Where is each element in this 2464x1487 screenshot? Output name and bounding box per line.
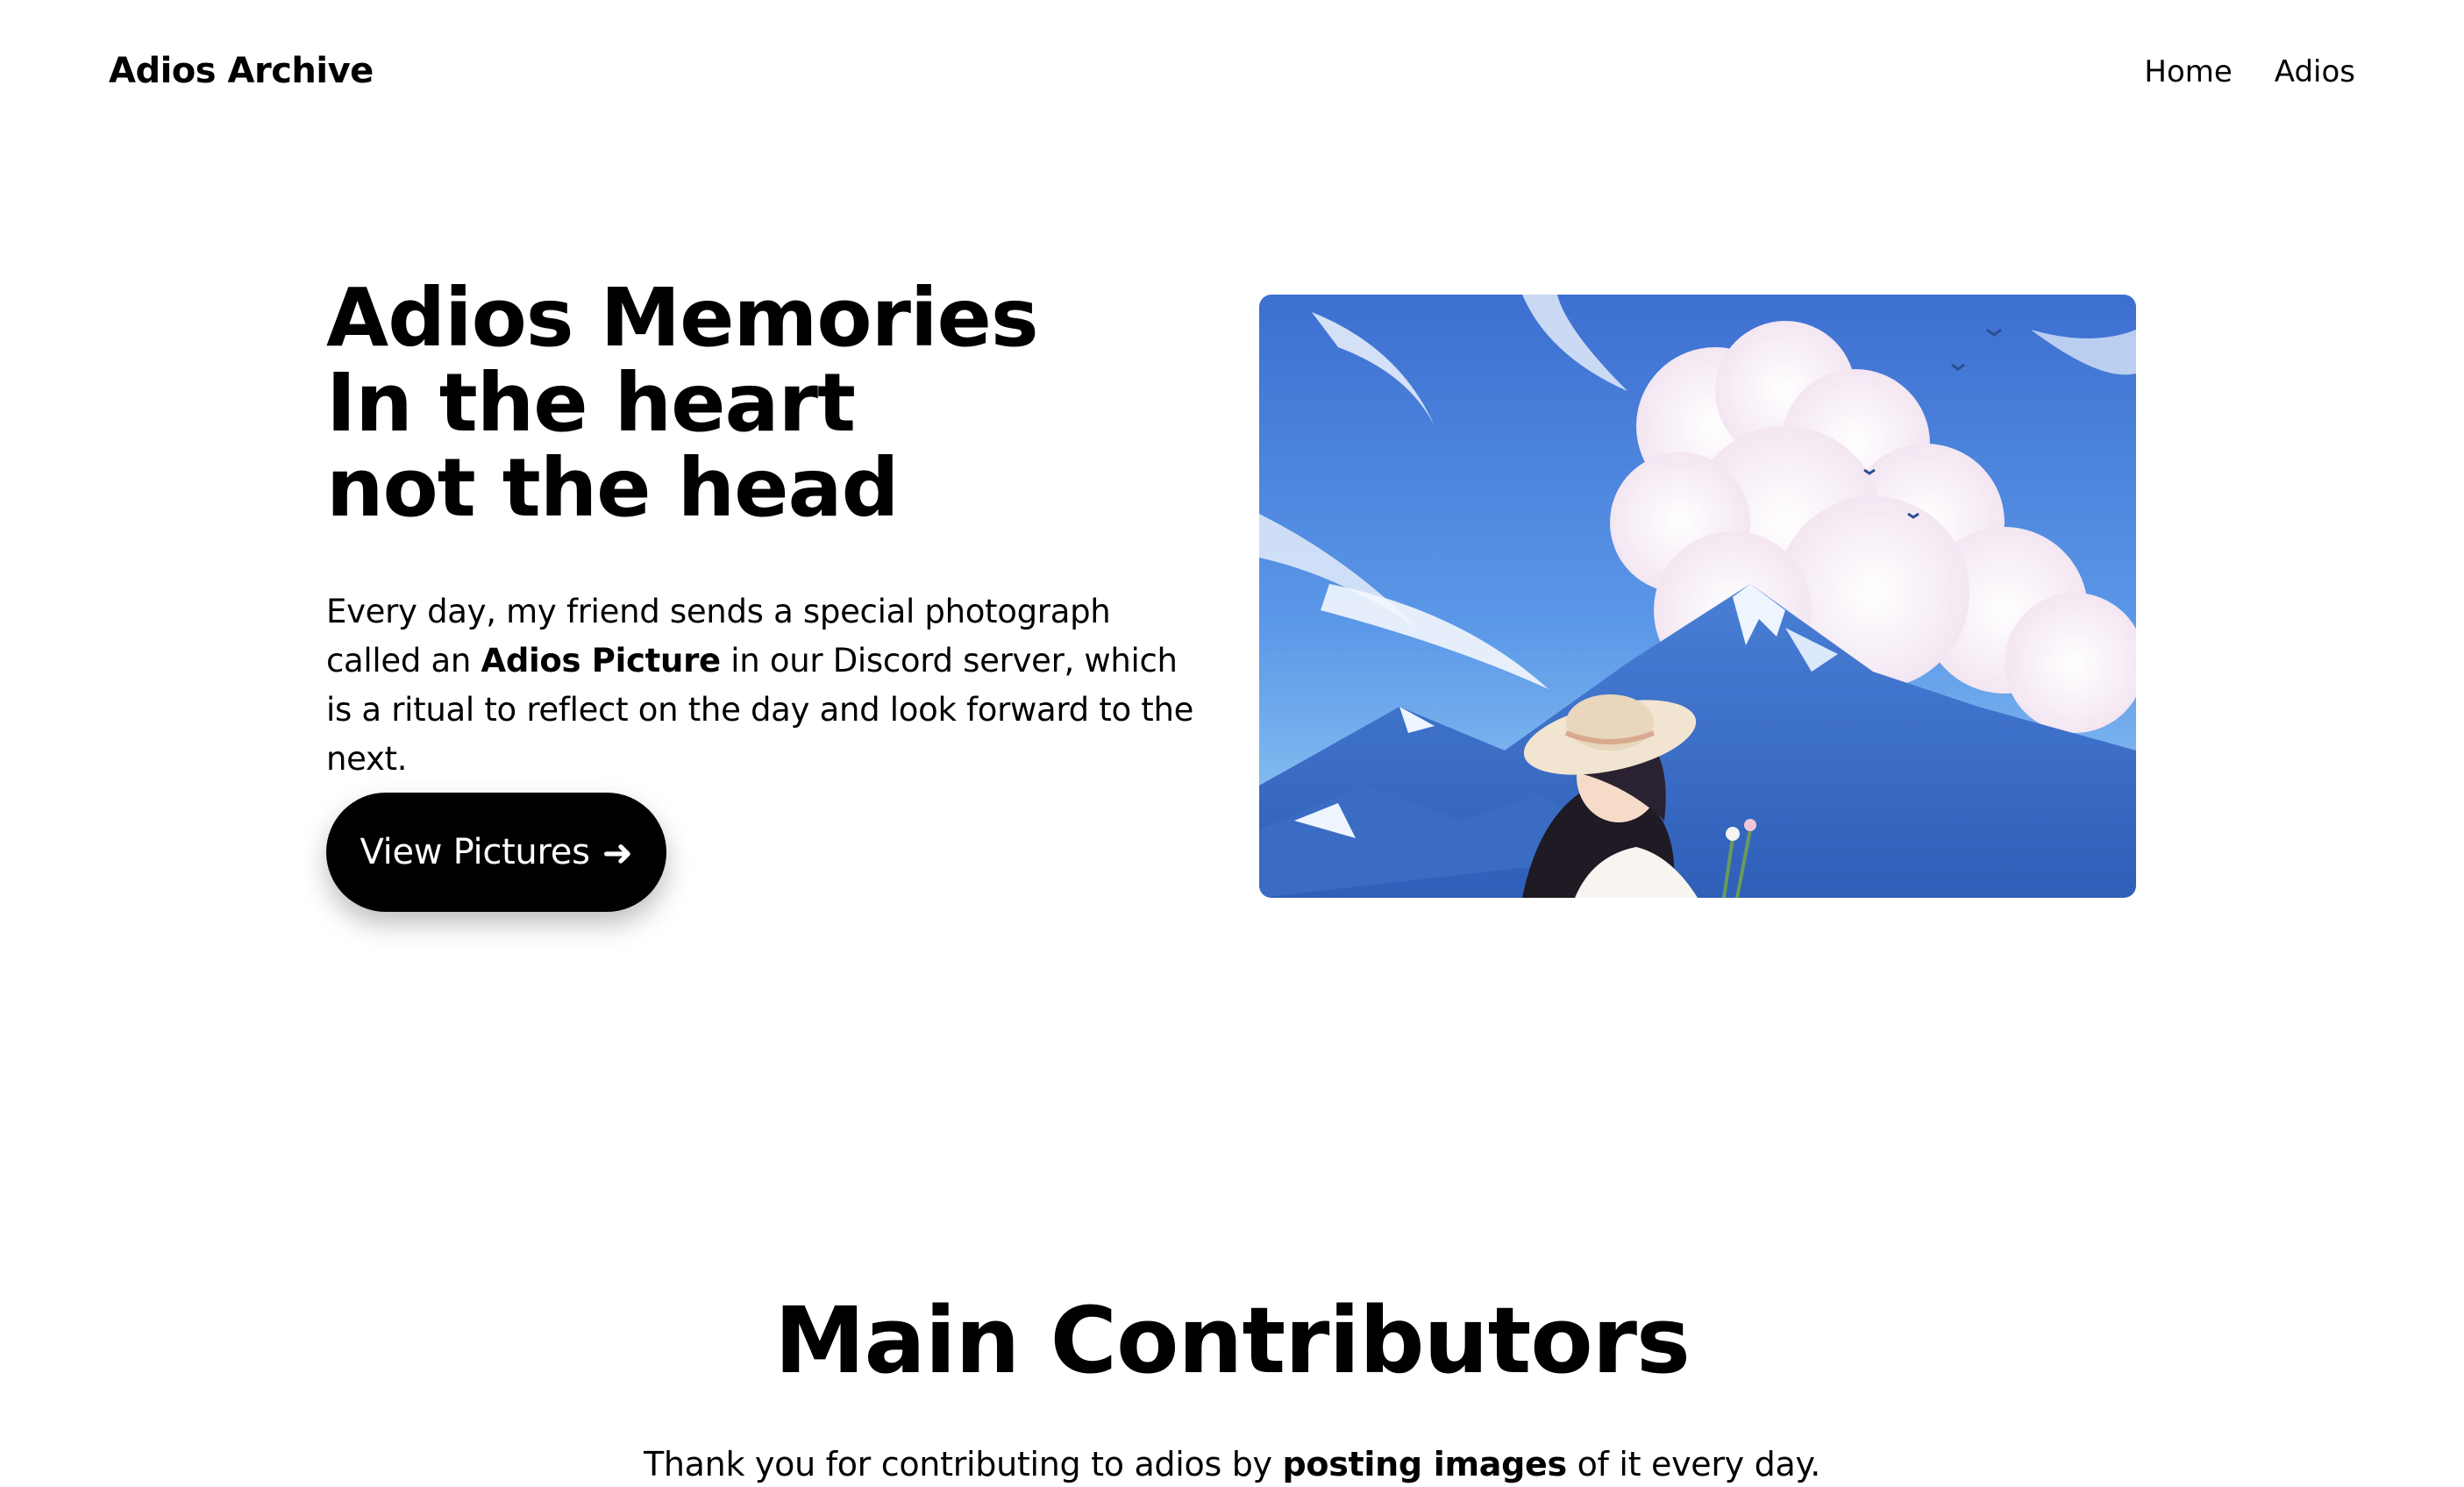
hero-description: Every day, my friend sends a special pho… — [326, 587, 1212, 784]
contributors-sub-bold: posting images — [1282, 1445, 1568, 1483]
contributors-subtitle: Thank you for contributing to adios by p… — [0, 1445, 2464, 1483]
top-navbar: Adios Archive Home Adios — [0, 0, 2464, 149]
nav-link-adios[interactable]: Adios — [2275, 54, 2355, 89]
hero-title-line-3: not the head — [326, 441, 899, 535]
contributors-sub-part-1: Thank you for contributing to adios by — [643, 1445, 1283, 1483]
site-brand[interactable]: Adios Archive — [109, 51, 374, 91]
hero-illustration — [1259, 295, 2136, 898]
hero-title-line-2: In the heart — [326, 356, 856, 450]
nav-link-home[interactable]: Home — [2144, 54, 2232, 89]
hero-title-line-1: Adios Memories — [326, 271, 1039, 365]
contributors-sub-part-2: of it every day. — [1566, 1445, 1821, 1483]
hero-image — [1259, 295, 2136, 898]
view-pictures-label: View Pictures — [360, 832, 590, 872]
arrow-right-icon: ➜ — [602, 830, 633, 874]
nav-links: Home Adios — [2144, 54, 2355, 89]
contributors-title: Main Contributors — [774, 1287, 1691, 1394]
view-pictures-button[interactable]: View Pictures ➜ — [326, 793, 666, 912]
hero-title: Adios Memories In the heart not the head — [326, 271, 1039, 535]
hero-text-bold: Adios Picture — [481, 642, 721, 679]
